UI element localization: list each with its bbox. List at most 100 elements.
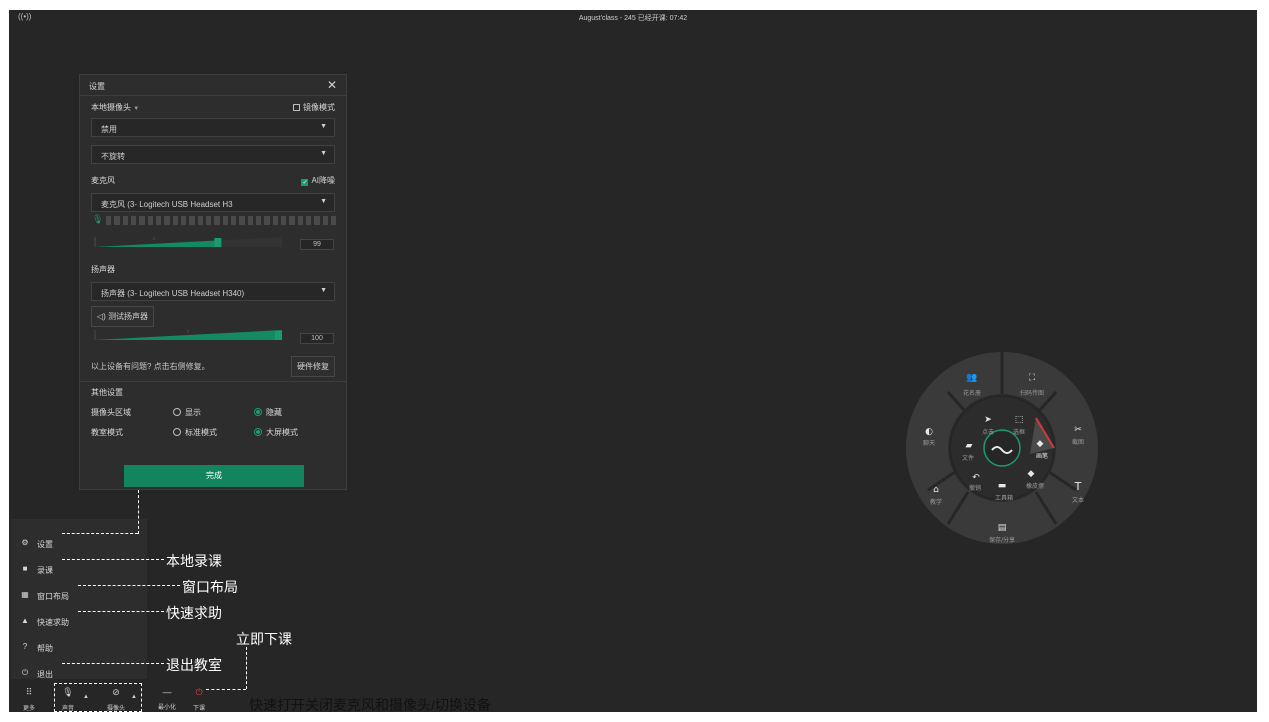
big-screen-mode-radio[interactable]: 大屏模式 bbox=[254, 427, 298, 438]
radial-label-save: 保存/分享 bbox=[989, 536, 1015, 544]
mic-icon: 🎙 bbox=[92, 214, 104, 224]
dialog-header: 设置 ✕ bbox=[80, 75, 346, 96]
svg-text:➤: ➤ bbox=[984, 415, 992, 425]
svg-text:◐: ◐ bbox=[925, 427, 933, 437]
radial-label-click: 点击 bbox=[982, 428, 994, 436]
chevron-down-icon: ▼ bbox=[320, 198, 327, 205]
annotation-exit: 退出教室 bbox=[166, 657, 222, 673]
menu-item-settings[interactable]: ⚙ 设置 bbox=[11, 531, 147, 555]
top-bar: ((•)) August'class - 245 已经开课: 07:42 bbox=[9, 10, 1257, 28]
annotation-line bbox=[206, 689, 246, 690]
mic-volume-track bbox=[94, 237, 282, 247]
annotation-line bbox=[62, 533, 138, 534]
svg-text:▤: ▤ bbox=[998, 523, 1007, 533]
standard-mode-radio[interactable]: 标准模式 bbox=[173, 427, 217, 438]
annotation-record: 本地录课 bbox=[166, 553, 222, 569]
hardware-repair-button[interactable]: 硬件修复 bbox=[291, 356, 335, 377]
menu-item-layout[interactable]: ▦ 窗口布局 bbox=[11, 583, 147, 607]
speaker-label: 扬声器 bbox=[91, 265, 115, 274]
svg-text:T: T bbox=[1074, 480, 1082, 493]
svg-text:◆: ◆ bbox=[1037, 439, 1044, 449]
power-icon: ⏻ bbox=[21, 668, 29, 677]
svg-text:⬚: ⬚ bbox=[1015, 415, 1024, 425]
mirror-checkbox[interactable]: 镜像模式 bbox=[293, 102, 335, 113]
chevron-down-icon: ▼ bbox=[320, 123, 327, 130]
svg-text:◆: ◆ bbox=[1028, 469, 1035, 479]
speaker-icon: ◁) bbox=[97, 312, 106, 321]
radial-label-pen: 画笔 bbox=[1036, 452, 1048, 460]
radial-label-toolbox: 工具箱 bbox=[995, 494, 1013, 502]
chevron-down-icon: ▼ bbox=[320, 287, 327, 294]
annotation-line bbox=[142, 712, 246, 713]
rotate-select[interactable]: 不旋转 ▼ bbox=[91, 145, 335, 164]
dialog-title: 设置 bbox=[89, 82, 105, 91]
radial-label-select: 选框 bbox=[1013, 428, 1025, 436]
chevron-down-icon: ▼ bbox=[320, 150, 327, 157]
more-button[interactable]: ⠿ 更多 bbox=[17, 684, 41, 712]
speaker-select[interactable]: 扬声器 (3- Logitech USB Headset H340) ▼ bbox=[91, 282, 335, 301]
annotation-line bbox=[246, 647, 247, 689]
radial-label-scan: 扫码传图 bbox=[1020, 389, 1044, 397]
camera-area-label: 摄像头区域 bbox=[91, 408, 131, 417]
svg-text:▰: ▰ bbox=[966, 441, 973, 451]
svg-text:▬: ▬ bbox=[998, 481, 1007, 491]
svg-text:⛶: ⛶ bbox=[1028, 372, 1036, 383]
ai-noise-checkbox[interactable]: ✓ AI降噪 bbox=[301, 175, 335, 186]
mic-select[interactable]: 麦克风 (3- Logitech USB Headset H3 ▼ bbox=[91, 193, 335, 212]
speaker-volume-track bbox=[94, 330, 282, 340]
svg-text:✂: ✂ bbox=[1074, 425, 1082, 435]
class-mode-label: 教室模式 bbox=[91, 428, 123, 437]
radial-label-text: 文本 bbox=[1072, 496, 1084, 504]
issue-hint: 以上设备有问题? 点击右侧修复。 bbox=[91, 362, 210, 371]
gear-icon: ⚙ bbox=[21, 538, 29, 547]
svg-text:👥: 👥 bbox=[966, 373, 977, 383]
annotation-toggle-devices: 快速打开关闭麦克风和摄像头/切换设备 bbox=[249, 697, 491, 713]
menu-item-record[interactable]: ■ 录课 bbox=[11, 557, 147, 581]
radial-label-undo: 撤销 bbox=[969, 484, 981, 492]
mic-level-meter bbox=[106, 216, 337, 225]
divider bbox=[80, 381, 346, 382]
close-icon[interactable]: ✕ bbox=[327, 78, 337, 92]
minimize-icon: — bbox=[162, 687, 172, 697]
radial-label-roster: 花名册 bbox=[963, 389, 981, 397]
camera-icon: ■ bbox=[22, 564, 28, 573]
radial-tool-menu[interactable]: 👥 ⛶ ✂ T ▤ ⌂ ◐ ➤ ⬚ ◆ ◆ ▬ ↶ ▰ 花名册 扫码传图 截图 文本 保存/分享… bbox=[906, 352, 1098, 544]
show-radio[interactable]: 显示 bbox=[173, 407, 201, 418]
radial-label-eraser: 橡皮擦 bbox=[1026, 482, 1044, 490]
radial-label-chat: 聊天 bbox=[923, 439, 935, 447]
other-settings-label: 其他设置 bbox=[91, 388, 123, 397]
annotation-leave-now: 立即下课 bbox=[236, 631, 292, 647]
menu-item-help-request[interactable]: ▲ 快速求助 bbox=[11, 609, 147, 633]
svg-text:↶: ↶ bbox=[972, 473, 980, 483]
settings-dialog: 设置 ✕ 本地摄像头 ▼ 镜像模式 禁用 ▼ 不旋转 ▼ 麦克风 ✓ AI降噪 麦克风… bbox=[79, 74, 347, 490]
speaker-volume-slider[interactable] bbox=[94, 328, 282, 342]
annotation-line bbox=[78, 611, 164, 612]
camera-label[interactable]: 本地摄像头 ▼ bbox=[91, 102, 139, 113]
annotation-layout: 窗口布局 bbox=[182, 579, 238, 595]
annotation-line bbox=[62, 559, 164, 560]
radial-label-file: 文件 bbox=[962, 454, 974, 462]
more-menu: ⚙ 设置 ■ 录课 ▦ 窗口布局 ▲ 快速求助 ? 帮助 ⏻ 退出 bbox=[11, 519, 147, 679]
annotation-box-devices bbox=[54, 683, 142, 712]
minimize-button[interactable]: — 最小化 bbox=[154, 684, 180, 712]
radial-label-screenshot: 截图 bbox=[1072, 438, 1084, 446]
svg-text:⌂: ⌂ bbox=[933, 485, 939, 495]
bell-icon: ▲ bbox=[21, 616, 29, 625]
annotation-line bbox=[138, 490, 139, 534]
help-icon: ? bbox=[22, 642, 28, 651]
done-button[interactable]: 完成 bbox=[124, 465, 304, 487]
class-title: August'class - 245 已经开课: 07:42 bbox=[578, 15, 688, 22]
menu-item-help[interactable]: ? 帮助 bbox=[11, 635, 147, 659]
annotation-help: 快速求助 bbox=[166, 605, 222, 621]
test-speaker-button[interactable]: ◁) 测试扬声器 bbox=[91, 306, 155, 327]
menu-item-exit[interactable]: ⏻ 退出 bbox=[11, 661, 147, 685]
annotation-line bbox=[78, 585, 180, 586]
camera-select[interactable]: 禁用 ▼ bbox=[91, 118, 335, 137]
mic-volume-value[interactable]: 99 bbox=[300, 239, 334, 250]
radial-label-teach: 教学 bbox=[930, 498, 942, 506]
hide-radio[interactable]: 隐藏 bbox=[254, 407, 282, 418]
speaker-volume-value[interactable]: 100 bbox=[300, 333, 334, 344]
annotation-line bbox=[62, 663, 164, 664]
mic-volume-slider[interactable] bbox=[94, 235, 282, 249]
layout-icon: ▦ bbox=[21, 590, 29, 599]
